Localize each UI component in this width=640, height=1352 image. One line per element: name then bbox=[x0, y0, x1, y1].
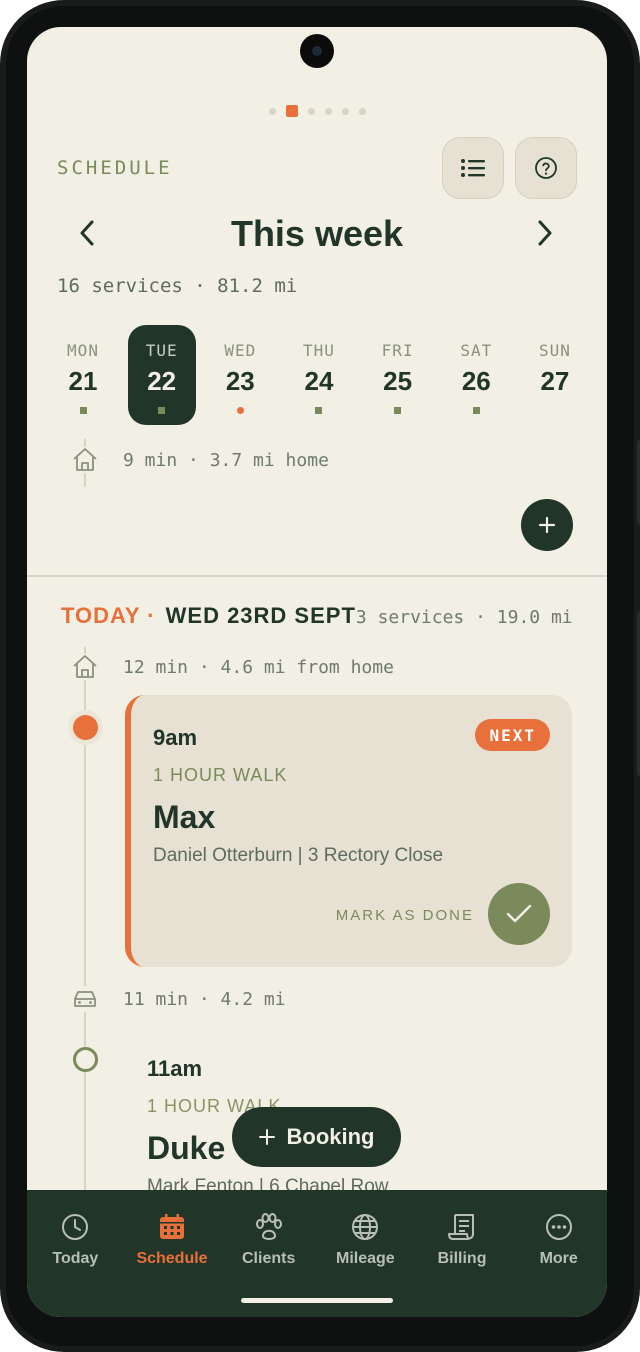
section-label: SCHEDULE bbox=[57, 157, 173, 179]
nav-today[interactable]: Today bbox=[27, 1190, 124, 1317]
day-wed[interactable]: WED 23 bbox=[206, 325, 274, 425]
list-view-button[interactable] bbox=[442, 137, 504, 199]
page-dot[interactable] bbox=[268, 107, 276, 115]
from-home-text: 12 min · 4.6 mi from home bbox=[123, 656, 394, 678]
service-marker bbox=[158, 407, 166, 414]
day-date: 24 bbox=[304, 366, 334, 396]
day-fri[interactable]: FRI 25 bbox=[364, 325, 432, 425]
timeline-node-upcoming bbox=[73, 1047, 98, 1072]
day-date: 27 bbox=[540, 366, 570, 396]
plus-icon bbox=[538, 516, 556, 534]
home-icon bbox=[71, 447, 99, 473]
day-sat[interactable]: SAT 26 bbox=[442, 325, 510, 425]
service-marker bbox=[79, 407, 87, 414]
pet-name: Duke bbox=[147, 1130, 226, 1166]
home-icon bbox=[71, 654, 99, 680]
nav-billing[interactable]: Billing bbox=[414, 1190, 511, 1317]
page-dot[interactable] bbox=[341, 107, 349, 115]
day-thu[interactable]: THU 24 bbox=[285, 325, 353, 425]
nav-label: Billing bbox=[437, 1250, 487, 1267]
page-dot[interactable] bbox=[307, 107, 315, 115]
car-icon bbox=[71, 986, 99, 1012]
clock-icon bbox=[58, 1210, 92, 1244]
globe-icon bbox=[348, 1210, 382, 1244]
help-circle-icon bbox=[535, 157, 557, 179]
from-home-info: 12 min · 4.6 mi from home bbox=[71, 654, 394, 680]
app-screen: SCHEDULE This week 16 services · 81.2 mi bbox=[27, 27, 607, 1317]
receipt-icon bbox=[445, 1210, 479, 1244]
mark-as-done-label: MARK AS DONE bbox=[335, 907, 474, 924]
check-icon bbox=[506, 904, 532, 923]
day-date: 22 bbox=[147, 366, 177, 396]
nav-more[interactable]: More bbox=[510, 1190, 607, 1317]
help-button[interactable] bbox=[515, 137, 577, 199]
day-date: 25 bbox=[383, 366, 413, 396]
today-label: TODAY · bbox=[61, 603, 156, 628]
new-booking-button[interactable]: Booking bbox=[232, 1107, 401, 1167]
client-address: Daniel Otterburn | 3 Rectory Close bbox=[153, 845, 444, 866]
booking-label: Booking bbox=[286, 1124, 375, 1149]
nav-label: Clients bbox=[242, 1250, 296, 1267]
nav-label: Mileage bbox=[336, 1250, 395, 1267]
service-type: 1 HOUR WALK bbox=[153, 765, 288, 785]
next-week-button[interactable] bbox=[525, 213, 565, 253]
add-button[interactable] bbox=[521, 499, 573, 551]
page-dot-active[interactable] bbox=[285, 105, 298, 117]
day-sun[interactable]: SUN 27 bbox=[521, 325, 589, 425]
appointment-time: 9am bbox=[153, 725, 198, 750]
page-dot[interactable] bbox=[358, 107, 366, 115]
appointment-card[interactable]: 9am NEXT 1 HOUR WALK Max Daniel Otterbur… bbox=[125, 695, 572, 967]
paw-icon bbox=[252, 1210, 286, 1244]
nav-label: Today bbox=[52, 1250, 99, 1267]
chevron-right-icon bbox=[538, 220, 552, 246]
pet-name: Max bbox=[153, 799, 216, 835]
travel-info: 11 min · 4.2 mi bbox=[71, 986, 286, 1012]
day-name: WED bbox=[224, 341, 257, 360]
appointment-time: 11am bbox=[147, 1056, 203, 1081]
week-title: This week bbox=[230, 213, 404, 254]
plus-icon bbox=[258, 1129, 275, 1145]
home-travel-info: 9 min · 3.7 mi home bbox=[71, 447, 329, 473]
nav-schedule[interactable]: Schedule bbox=[124, 1190, 221, 1317]
mark-as-done-button[interactable] bbox=[488, 883, 550, 945]
more-icon bbox=[542, 1210, 576, 1244]
page-indicator bbox=[27, 105, 607, 117]
phone-frame: SCHEDULE This week 16 services · 81.2 mi bbox=[0, 0, 640, 1352]
nav-label: Schedule bbox=[136, 1250, 208, 1267]
day-name: THU bbox=[303, 341, 335, 360]
day-mon[interactable]: MON 21 bbox=[49, 325, 117, 425]
day-date: 26 bbox=[461, 366, 491, 396]
week-summary: 16 services · 81.2 mi bbox=[57, 275, 298, 297]
nav-label: More bbox=[539, 1250, 578, 1267]
day-name: SUN bbox=[538, 341, 571, 360]
home-travel-text: 9 min · 3.7 mi home bbox=[123, 449, 329, 471]
next-badge: NEXT bbox=[475, 719, 550, 751]
camera-cutout bbox=[300, 34, 334, 68]
day-name: SAT bbox=[460, 341, 493, 360]
page-dot[interactable] bbox=[324, 107, 332, 115]
home-indicator[interactable] bbox=[241, 1298, 393, 1303]
list-icon bbox=[461, 159, 485, 177]
today-date: WED 23RD SEPT bbox=[165, 603, 356, 628]
day-date: 21 bbox=[68, 366, 98, 396]
day-tue-selected[interactable]: TUE 22 bbox=[127, 325, 196, 425]
day-name: FRI bbox=[381, 341, 414, 360]
today-summary: 3 services · 19.0 mi bbox=[355, 607, 573, 628]
timeline-node-current bbox=[73, 715, 98, 740]
today-header: TODAY · WED 23RD SEPT 3 services · 19.0 … bbox=[61, 603, 573, 629]
day-strip: MON 21 TUE 22 WED 23 THU 24 FRI 25 SAT 2… bbox=[49, 325, 589, 425]
service-marker bbox=[315, 407, 323, 414]
travel-text: 11 min · 4.2 mi bbox=[123, 988, 286, 1010]
day-name: MON bbox=[67, 341, 99, 360]
section-divider bbox=[27, 575, 607, 577]
service-marker bbox=[472, 407, 480, 414]
service-marker bbox=[394, 407, 402, 414]
day-name: TUE bbox=[145, 341, 178, 360]
day-date: 23 bbox=[225, 366, 255, 396]
calendar-icon bbox=[155, 1210, 189, 1244]
today-marker bbox=[236, 407, 244, 414]
